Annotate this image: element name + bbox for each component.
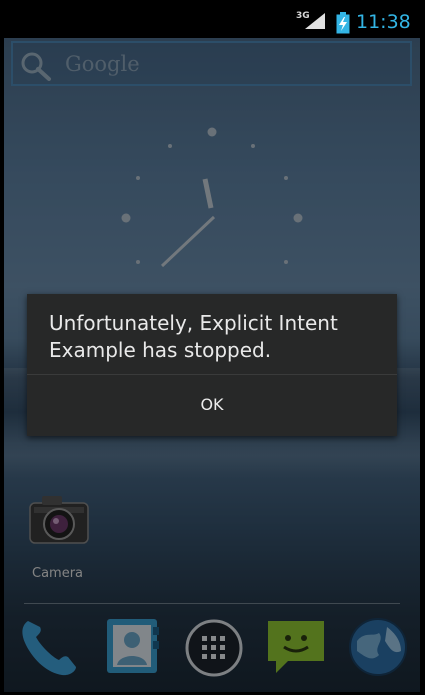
status-bar: 3G 11:38: [4, 0, 420, 38]
dialog-message: Unfortunately, Explicit Intent Example h…: [49, 311, 338, 362]
ok-button[interactable]: OK: [27, 375, 397, 436]
signal-icon: [305, 13, 325, 29]
device-screen: Google Camera 3G 11:38 Unfortunately, Ex…: [4, 0, 420, 692]
battery-charging-icon: [336, 12, 350, 34]
app-crash-dialog: Unfortunately, Explicit Intent Example h…: [27, 294, 397, 436]
status-time: 11:38: [356, 11, 411, 33]
